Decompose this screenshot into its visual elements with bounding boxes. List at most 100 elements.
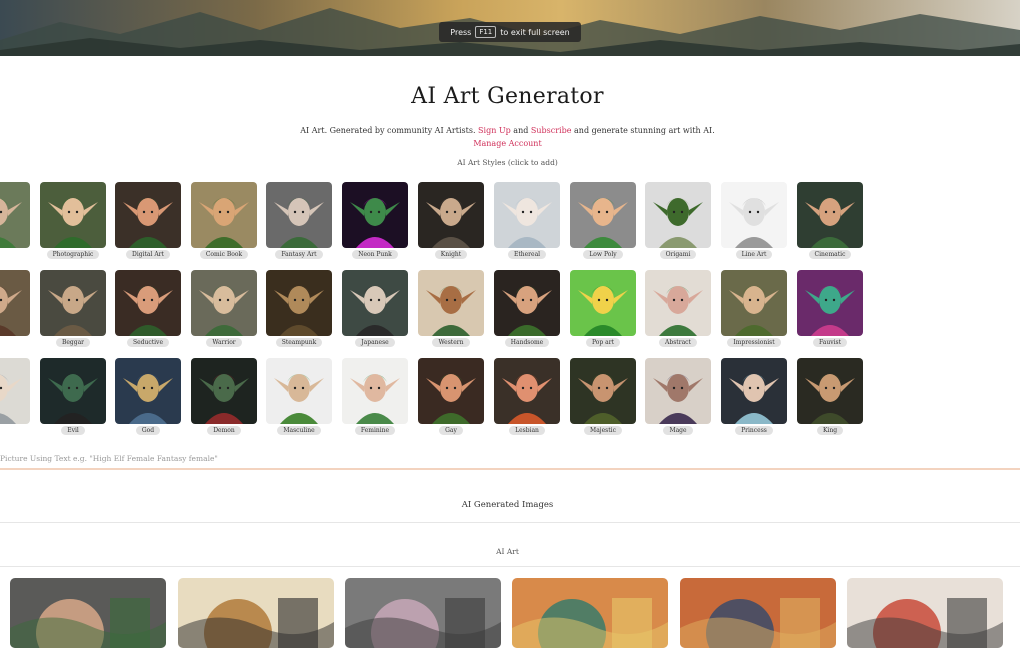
subtitle-text: AI Art. Generated by community AI Artist… bbox=[300, 126, 476, 135]
style-thumbnail bbox=[570, 358, 636, 424]
divider-line bbox=[0, 566, 1020, 567]
style-label: Impressionist bbox=[727, 338, 781, 347]
prompt-input-placeholder[interactable]: Picture Using Text e.g. "High Elf Female… bbox=[0, 454, 600, 463]
style-thumbnail bbox=[0, 270, 30, 336]
style-label: God bbox=[135, 426, 161, 435]
style-thumbnail bbox=[115, 182, 181, 248]
style-label: Gay bbox=[439, 426, 463, 435]
signup-link[interactable]: Sign Up bbox=[478, 126, 511, 135]
style-tile[interactable]: Western bbox=[418, 270, 484, 347]
style-label: Demon bbox=[207, 426, 241, 435]
style-tile[interactable]: Demon bbox=[191, 358, 257, 435]
notice-text-after: to exit full screen bbox=[500, 27, 570, 37]
style-tile[interactable] bbox=[0, 358, 30, 424]
style-label: Japanese bbox=[355, 338, 395, 347]
style-thumbnail bbox=[266, 358, 332, 424]
style-tile[interactable]: Origami bbox=[645, 182, 711, 259]
style-thumbnail bbox=[494, 270, 560, 336]
page-subtitle: AI Art. Generated by community AI Artist… bbox=[0, 124, 1015, 150]
style-label: Majestic bbox=[584, 426, 622, 435]
style-label: Pop art bbox=[585, 338, 620, 347]
style-tile[interactable]: God bbox=[115, 358, 181, 435]
style-thumbnail bbox=[494, 182, 560, 248]
style-tile[interactable]: Gay bbox=[418, 358, 484, 435]
style-label: Neon Punk bbox=[352, 250, 398, 259]
header-banner: Press F11 to exit full screen bbox=[0, 0, 1020, 56]
style-thumbnail bbox=[797, 182, 863, 248]
style-tile[interactable]: Line Art bbox=[721, 182, 787, 259]
style-tile[interactable]: Impressionist bbox=[721, 270, 787, 347]
style-thumbnail bbox=[494, 358, 560, 424]
style-tile[interactable]: Neon Punk bbox=[342, 182, 408, 259]
style-thumbnail bbox=[115, 358, 181, 424]
section-divider bbox=[0, 468, 1020, 470]
style-thumbnail bbox=[570, 182, 636, 248]
style-label: Origami bbox=[659, 250, 697, 259]
style-thumbnail bbox=[342, 182, 408, 248]
style-tile[interactable]: Princess bbox=[721, 358, 787, 435]
style-tile[interactable]: Mage bbox=[645, 358, 711, 435]
styles-heading: AI Art Styles (click to add) bbox=[457, 158, 558, 167]
style-thumbnail bbox=[418, 182, 484, 248]
style-tile[interactable]: Majestic bbox=[570, 358, 636, 435]
style-tile[interactable]: Knight bbox=[418, 182, 484, 259]
style-tile[interactable]: Cinematic bbox=[797, 182, 863, 259]
style-label: Abstract bbox=[659, 338, 697, 347]
style-tile[interactable]: Feminine bbox=[342, 358, 408, 435]
style-thumbnail bbox=[0, 182, 30, 248]
style-tile[interactable]: Fauvist bbox=[797, 270, 863, 347]
style-tile[interactable]: Seductive bbox=[115, 270, 181, 347]
style-label: Beggar bbox=[55, 338, 91, 347]
style-thumbnail bbox=[0, 358, 30, 424]
style-tile[interactable]: Low Poly bbox=[570, 182, 636, 259]
style-tile[interactable]: Handsome bbox=[494, 270, 560, 347]
style-tile[interactable] bbox=[0, 182, 30, 248]
style-label: Evil bbox=[61, 426, 85, 435]
style-label: Steampunk bbox=[275, 338, 323, 347]
all-art-tab[interactable]: AI Art bbox=[0, 547, 1015, 556]
style-thumbnail bbox=[797, 270, 863, 336]
style-thumbnail bbox=[115, 270, 181, 336]
style-label: Comic Book bbox=[199, 250, 249, 259]
style-thumbnail bbox=[342, 270, 408, 336]
style-tile[interactable]: Masculine bbox=[266, 358, 332, 435]
subtitle-and: and bbox=[513, 126, 529, 135]
style-label: Ethereal bbox=[507, 250, 547, 259]
style-tile[interactable]: Steampunk bbox=[266, 270, 332, 347]
style-tile[interactable]: Lesbian bbox=[494, 358, 560, 435]
style-thumbnail bbox=[191, 182, 257, 248]
style-thumbnail bbox=[418, 270, 484, 336]
style-label: Digital Art bbox=[126, 250, 170, 259]
style-thumbnail bbox=[797, 358, 863, 424]
style-thumbnail bbox=[721, 182, 787, 248]
style-tile[interactable]: Abstract bbox=[645, 270, 711, 347]
subscribe-link[interactable]: Subscribe bbox=[531, 126, 572, 135]
style-tile[interactable]: Evil bbox=[40, 358, 106, 435]
style-tile[interactable]: Beggar bbox=[40, 270, 106, 347]
page-title: AI Art Generator bbox=[411, 84, 604, 109]
style-tile[interactable]: Pop art bbox=[570, 270, 636, 347]
notice-key: F11 bbox=[475, 26, 497, 38]
style-thumbnail bbox=[342, 358, 408, 424]
style-thumbnail bbox=[645, 358, 711, 424]
style-label: Low Poly bbox=[583, 250, 623, 259]
style-label: Handsome bbox=[504, 338, 550, 347]
style-tile[interactable]: Photographic bbox=[40, 182, 106, 259]
style-tile[interactable]: Warrior bbox=[191, 270, 257, 347]
style-thumbnail bbox=[645, 182, 711, 248]
style-tile[interactable]: King bbox=[797, 358, 863, 435]
style-label: Cinematic bbox=[808, 250, 852, 259]
style-label: Masculine bbox=[277, 426, 321, 435]
style-label: Knight bbox=[434, 250, 468, 259]
style-label: Fantasy Art bbox=[275, 250, 323, 259]
style-tile[interactable]: Ethereal bbox=[494, 182, 560, 259]
style-tile[interactable]: Japanese bbox=[342, 270, 408, 347]
style-tile[interactable]: Digital Art bbox=[115, 182, 181, 259]
style-tile[interactable]: Fantasy Art bbox=[266, 182, 332, 259]
style-thumbnail bbox=[266, 270, 332, 336]
manage-account-link[interactable]: Manage Account bbox=[473, 139, 541, 148]
style-label: Line Art bbox=[735, 250, 773, 259]
style-tile[interactable]: Comic Book bbox=[191, 182, 257, 259]
style-tile[interactable] bbox=[0, 270, 30, 336]
style-label: Mage bbox=[663, 426, 693, 435]
